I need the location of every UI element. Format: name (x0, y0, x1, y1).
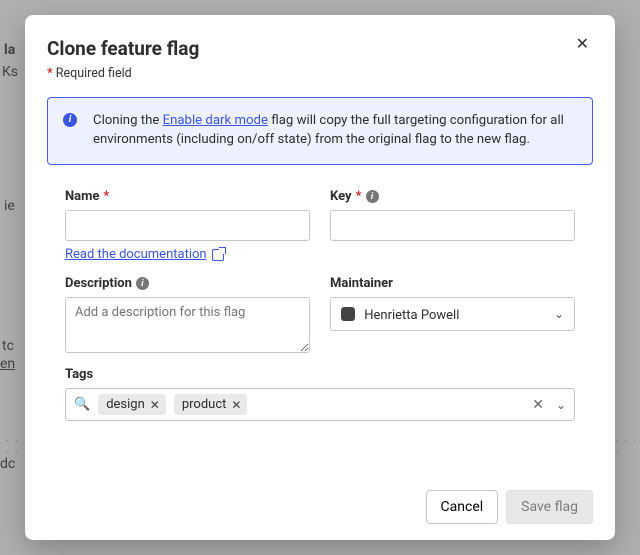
modal-footer: Cancel Save flag (47, 478, 593, 524)
tag-chip: design ✕ (98, 394, 166, 415)
help-icon[interactable]: i (366, 190, 379, 203)
key-field-group: Key* i (330, 189, 575, 262)
bg-fragment: Ks (2, 64, 18, 80)
tags-label: Tags (65, 367, 575, 382)
chevron-down-icon: ⌄ (554, 307, 564, 321)
info-icon: i (63, 113, 77, 127)
description-input[interactable] (65, 297, 310, 353)
tags-field-group: Tags 🔍 design ✕ product ✕ ✕ ⌄ (65, 367, 575, 421)
search-icon: 🔍 (74, 397, 90, 412)
chevron-down-icon[interactable]: ⌄ (556, 398, 566, 412)
modal-title: Clone feature flag (47, 37, 199, 60)
name-input[interactable] (65, 210, 310, 241)
maintainer-label: Maintainer (330, 276, 575, 291)
help-icon[interactable]: i (136, 277, 149, 290)
name-label: Name* (65, 189, 310, 204)
key-label: Key* i (330, 189, 575, 204)
close-icon: ✕ (576, 36, 589, 53)
source-flag-link[interactable]: Enable dark mode (163, 113, 268, 128)
external-link-icon (212, 249, 224, 261)
documentation-link[interactable]: Read the documentation (65, 247, 310, 262)
name-field-group: Name* Read the documentation (65, 189, 310, 262)
tag-chip: product ✕ (174, 394, 248, 415)
clear-tags-icon[interactable]: ✕ (532, 397, 544, 413)
description-label: Description i (65, 276, 310, 291)
maintainer-field-group: Maintainer Henrietta Powell ⌄ (330, 276, 575, 353)
info-banner: i Cloning the Enable dark mode flag will… (47, 97, 593, 165)
bg-fragment: tc (2, 338, 14, 354)
save-flag-button[interactable]: Save flag (506, 490, 593, 524)
bg-fragment: dc (0, 456, 15, 472)
key-input[interactable] (330, 210, 575, 241)
bg-fragment: ie (4, 198, 15, 214)
remove-tag-icon[interactable]: ✕ (231, 398, 241, 412)
person-icon (341, 307, 355, 321)
bg-fragment: la (4, 42, 15, 58)
maintainer-select[interactable]: Henrietta Powell ⌄ (330, 297, 575, 331)
clone-flag-modal: Clone feature flag * Required field ✕ i … (25, 15, 615, 540)
tags-input[interactable]: 🔍 design ✕ product ✕ ✕ ⌄ (65, 388, 575, 421)
required-field-note: * Required field (47, 66, 199, 81)
close-button[interactable]: ✕ (572, 33, 593, 57)
cancel-button[interactable]: Cancel (426, 490, 499, 524)
maintainer-value: Henrietta Powell (364, 308, 459, 323)
bg-fragment: en (0, 356, 15, 372)
description-field-group: Description i (65, 276, 310, 353)
remove-tag-icon[interactable]: ✕ (150, 398, 160, 412)
